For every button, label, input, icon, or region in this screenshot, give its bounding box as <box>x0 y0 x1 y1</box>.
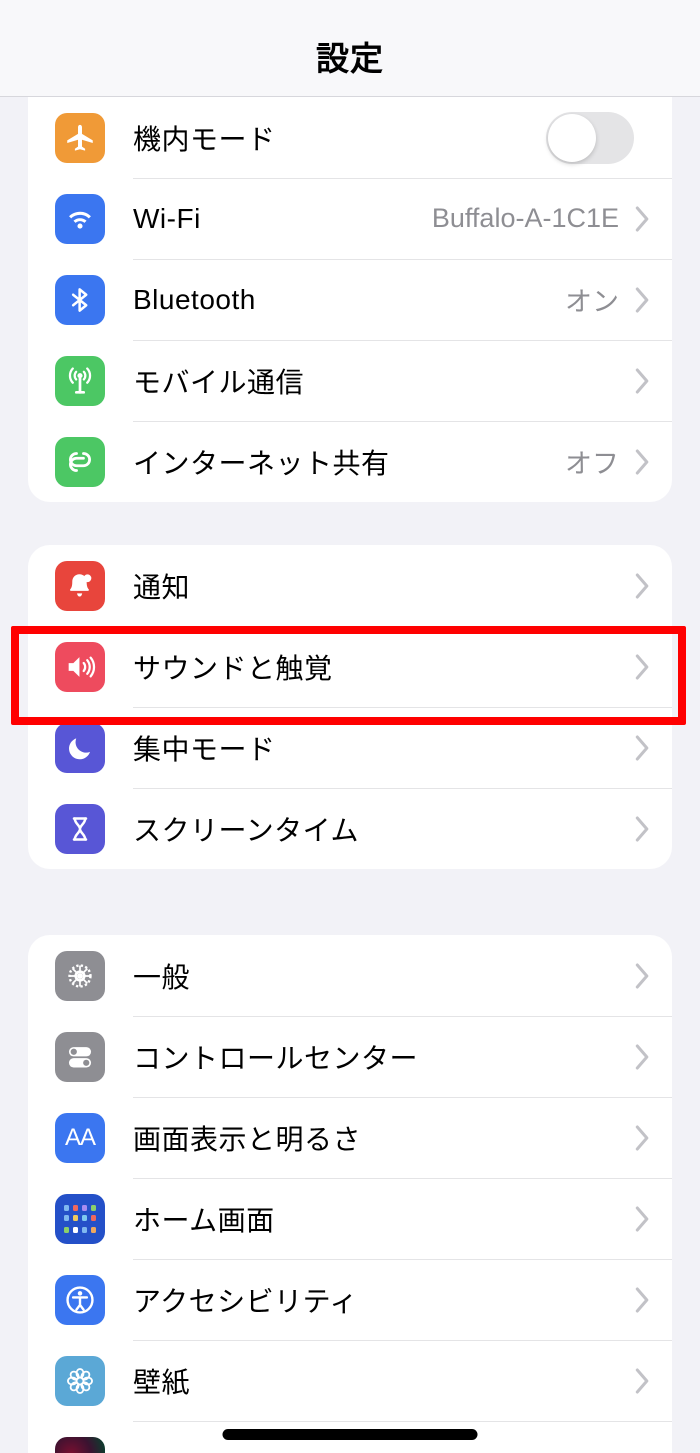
chevron-right-icon <box>635 963 650 989</box>
airplane-mode-toggle[interactable] <box>546 111 634 164</box>
settings-row-label: 画面表示と明るさ <box>133 1123 362 1155</box>
bluetooth-icon <box>55 274 105 325</box>
chevron-right-icon <box>635 449 650 475</box>
accessibility-icon <box>55 1274 105 1325</box>
settings-screen: 設定 機内モード Wi-Fi Buffalo-A-1C1E Bluetooth … <box>0 0 700 1453</box>
chevron-right-icon <box>635 1044 650 1070</box>
settings-row-label: 機内モード <box>133 123 276 155</box>
settings-row-wallpaper[interactable]: 壁紙 <box>28 1340 672 1421</box>
speaker-icon <box>55 641 105 692</box>
hourglass-icon <box>55 803 105 854</box>
settings-row-label: アクセシビリティ <box>133 1285 358 1317</box>
page-title: 設定 <box>316 40 384 77</box>
row-accessory <box>635 573 672 599</box>
settings-row-sounds-and-haptics[interactable]: サウンドと触覚 <box>28 626 672 707</box>
chevron-right-icon <box>635 654 650 680</box>
siri-icon <box>55 1436 105 1453</box>
settings-row-notifications[interactable]: 通知 <box>28 545 672 626</box>
app-grid-dots <box>60 1199 100 1239</box>
moon-icon <box>55 722 105 773</box>
gear-icon <box>55 950 105 1001</box>
airplane-icon <box>55 112 105 163</box>
row-accessory: オフ <box>565 442 672 481</box>
settings-row-label: 壁紙 <box>133 1366 191 1398</box>
row-accessory <box>635 1044 672 1070</box>
settings-row-label: Wi-Fi <box>133 202 201 234</box>
settings-row-label: Bluetooth <box>133 283 256 315</box>
settings-row-wifi[interactable]: Wi-Fi Buffalo-A-1C1E <box>28 178 672 259</box>
settings-row-screen-time[interactable]: スクリーンタイム <box>28 788 672 869</box>
row-accessory: Buffalo-A-1C1E <box>432 203 672 234</box>
row-accessory <box>635 1368 672 1394</box>
settings-row-label: モバイル通信 <box>133 366 305 398</box>
settings-row-label: 通知 <box>133 571 191 603</box>
aa-icon: AA <box>55 1112 105 1163</box>
settings-row-label: サウンドと触覚 <box>133 652 333 684</box>
settings-group-system: 一般 コントロールセンター AA 画面表示と明るさ ホーム画面 アクセシビリティ… <box>28 935 672 1453</box>
settings-row-airplane-mode[interactable]: 機内モード <box>28 97 672 178</box>
chevron-right-icon <box>635 368 650 394</box>
wifi-network-value: Buffalo-A-1C1E <box>431 203 619 233</box>
row-accessory <box>635 654 672 680</box>
settings-row-personal-hotspot[interactable]: インターネット共有 オフ <box>28 421 672 502</box>
settings-group-alerts: 通知 サウンドと触覚 集中モード スクリーンタイム <box>28 545 672 869</box>
row-accessory <box>635 735 672 761</box>
settings-row-bluetooth[interactable]: Bluetooth オン <box>28 259 672 340</box>
settings-list[interactable]: 機内モード Wi-Fi Buffalo-A-1C1E Bluetooth オン … <box>0 97 700 1453</box>
settings-row-label: インターネット共有 <box>133 447 390 479</box>
home-indicator <box>222 1429 478 1440</box>
bell-icon <box>55 560 105 611</box>
row-accessory: オン <box>565 280 672 319</box>
row-accessory <box>635 1287 672 1313</box>
hotspot-state-value: オフ <box>565 449 619 479</box>
aa-glyph: AA <box>64 1123 96 1151</box>
chevron-right-icon <box>635 1368 650 1394</box>
row-accessory <box>635 1125 672 1151</box>
row-accessory <box>546 111 672 164</box>
chevron-right-icon <box>635 735 650 761</box>
settings-row-label: スクリーンタイム <box>133 814 360 846</box>
flower-icon <box>55 1355 105 1406</box>
row-accessory <box>635 963 672 989</box>
wifi-icon <box>55 193 105 244</box>
hotspot-icon <box>55 436 105 487</box>
settings-row-general[interactable]: 一般 <box>28 935 672 1016</box>
chevron-right-icon <box>635 1287 650 1313</box>
settings-row-label: 集中モード <box>133 733 276 765</box>
cellular-icon <box>55 355 105 406</box>
chevron-right-icon <box>635 1125 650 1151</box>
chevron-right-icon <box>635 287 650 313</box>
chevron-right-icon <box>635 206 650 232</box>
settings-row-focus[interactable]: 集中モード <box>28 707 672 788</box>
settings-row-home-screen[interactable]: ホーム画面 <box>28 1178 672 1259</box>
navigation-bar: 設定 <box>0 0 700 97</box>
settings-group-connectivity: 機内モード Wi-Fi Buffalo-A-1C1E Bluetooth オン … <box>28 97 672 502</box>
app-grid-icon <box>55 1193 105 1244</box>
row-accessory <box>635 1206 672 1232</box>
chevron-right-icon <box>635 816 650 842</box>
settings-row-label: コントロールセンター <box>133 1042 419 1074</box>
settings-row-cellular[interactable]: モバイル通信 <box>28 340 672 421</box>
settings-row-display-brightness[interactable]: AA 画面表示と明るさ <box>28 1097 672 1178</box>
chevron-right-icon <box>635 573 650 599</box>
chevron-right-icon <box>635 1206 650 1232</box>
row-accessory <box>635 816 672 842</box>
settings-row-label: ホーム画面 <box>133 1204 275 1236</box>
bluetooth-state-value: オン <box>565 287 619 317</box>
toggle-knob <box>548 113 596 162</box>
row-accessory <box>635 368 672 394</box>
toggles-icon <box>55 1031 105 1082</box>
settings-row-accessibility[interactable]: アクセシビリティ <box>28 1259 672 1340</box>
settings-row-control-center[interactable]: コントロールセンター <box>28 1016 672 1097</box>
settings-row-label: 一般 <box>133 961 191 993</box>
